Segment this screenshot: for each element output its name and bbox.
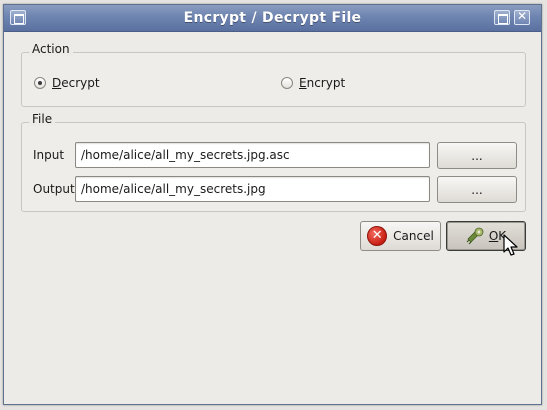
input-label: Input: [33, 148, 65, 162]
output-label: Output: [33, 182, 75, 196]
decrypt-label: Decrypt: [52, 76, 100, 90]
close-button[interactable]: ✕: [514, 9, 530, 25]
decrypt-radio[interactable]: [34, 77, 46, 89]
action-group-label: Action: [29, 42, 73, 56]
window-title: Encrypt / Decrypt File: [183, 10, 362, 26]
maximize-button[interactable]: [494, 10, 510, 25]
decrypt-radio-option[interactable]: Decrypt: [34, 76, 100, 90]
maximize-icon: [498, 14, 508, 24]
cancel-icon: ✕: [367, 226, 388, 246]
encrypt-radio-option[interactable]: Encrypt: [281, 76, 345, 90]
file-group: File Input /home/alice/all_my_secrets.jp…: [21, 112, 526, 212]
cancel-button[interactable]: ✕ Cancel: [360, 221, 441, 251]
title-bar[interactable]: Encrypt / Decrypt File ✕: [4, 5, 541, 32]
output-path-field[interactable]: /home/alice/all_my_secrets.jpg: [75, 176, 430, 202]
encrypt-radio[interactable]: [281, 77, 293, 89]
output-browse-button[interactable]: ...: [437, 176, 517, 203]
action-group: Action Decrypt Encrypt: [21, 42, 526, 107]
key-icon: [466, 227, 484, 245]
encrypt-label: Encrypt: [299, 76, 346, 90]
cancel-label: Cancel: [393, 229, 434, 243]
dialog-window: Encrypt / Decrypt File ✕ Action Decrypt …: [3, 4, 542, 405]
file-group-label: File: [29, 112, 56, 126]
mouse-cursor-icon: [503, 234, 518, 256]
close-icon: ✕: [516, 9, 528, 23]
input-path-field[interactable]: /home/alice/all_my_secrets.jpg.asc: [75, 142, 430, 168]
input-browse-button[interactable]: ...: [437, 142, 517, 169]
